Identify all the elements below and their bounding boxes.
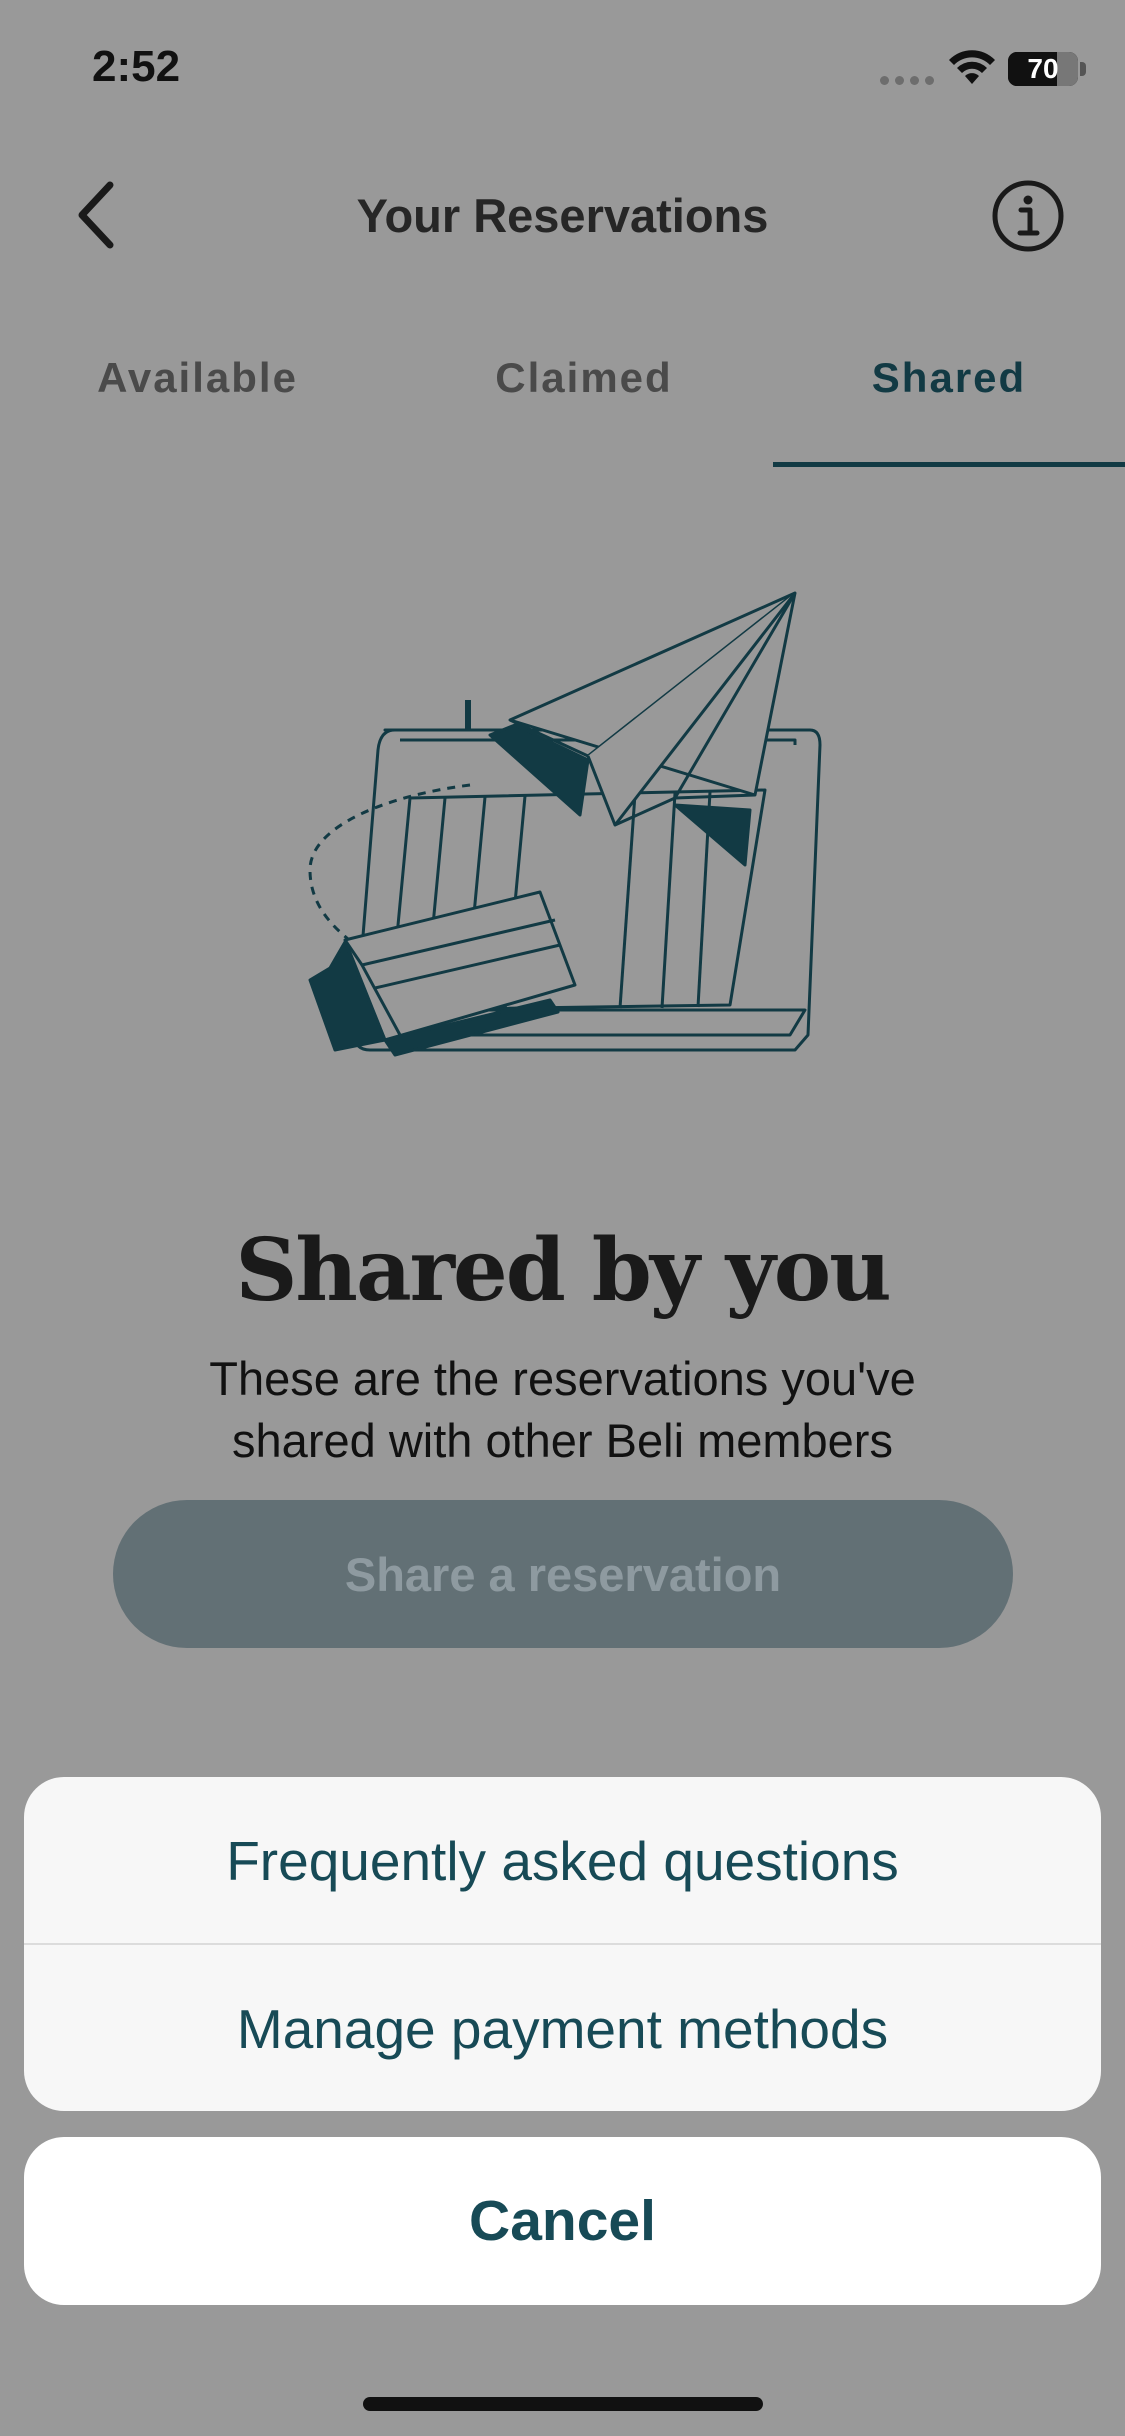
tab-shared[interactable]: Shared xyxy=(773,330,1125,468)
battery-cap xyxy=(1080,62,1086,76)
tab-claimed[interactable]: Claimed xyxy=(395,330,773,468)
cancel-button[interactable]: Cancel xyxy=(24,2137,1101,2305)
info-button[interactable] xyxy=(990,178,1066,254)
action-sheet: Frequently asked questions Manage paymen… xyxy=(24,1777,1101,2111)
paper-plane-over-reservation-book-illustration xyxy=(308,591,822,1057)
battery-level: 70 xyxy=(1027,53,1059,84)
empty-state-description: These are the reservations you've shared… xyxy=(209,1352,916,1467)
battery-icon: 70 xyxy=(1008,52,1078,86)
home-indicator[interactable] xyxy=(363,2397,763,2411)
empty-state-title: Shared by you xyxy=(235,1220,891,1321)
status-time: 2:52 xyxy=(92,42,181,91)
page-title: Your Reservations xyxy=(356,189,769,242)
wifi-icon xyxy=(949,50,995,84)
reservation-tabs: Available Claimed Shared xyxy=(0,330,1125,468)
info-circle-icon xyxy=(992,180,1064,252)
faq-menu-item[interactable]: Frequently asked questions xyxy=(24,1777,1101,1944)
active-tab-indicator xyxy=(773,462,1125,467)
cellular-signal-icon xyxy=(880,76,934,85)
share-reservation-button[interactable]: Share a reservation xyxy=(113,1500,1013,1648)
tab-available[interactable]: Available xyxy=(0,330,395,468)
nav-header: Your Reservations xyxy=(0,150,1125,280)
manage-payment-methods-menu-item[interactable]: Manage payment methods xyxy=(24,1945,1101,2111)
status-bar: 2:52 70 xyxy=(0,0,1125,140)
